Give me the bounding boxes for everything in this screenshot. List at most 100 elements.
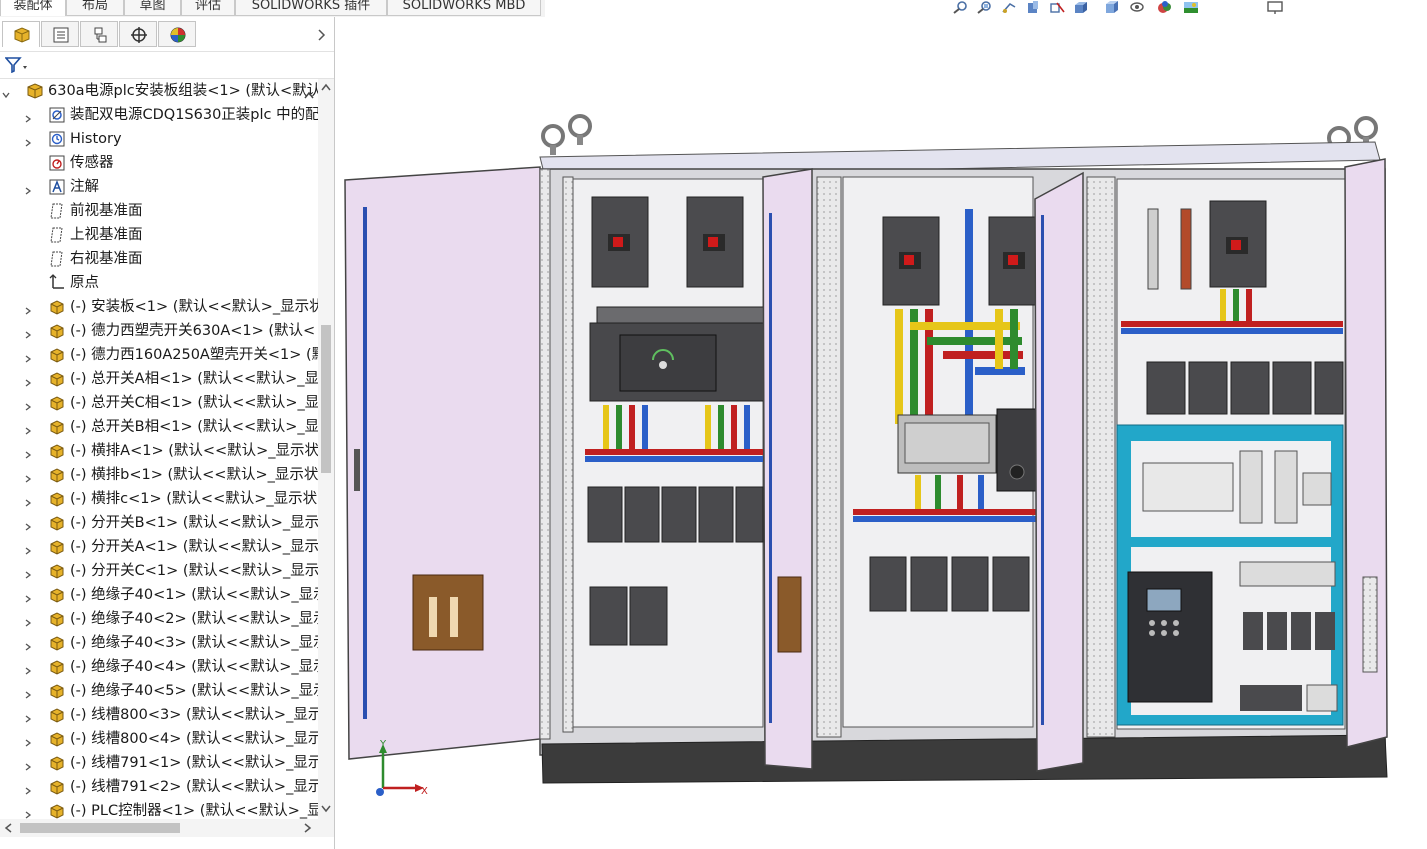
tree-item[interactable]: (-) 德力西160A250A塑壳开关<1> (默 bbox=[0, 343, 318, 367]
tree-item[interactable]: (-) 分开关C<1> (默认<<默认>_显示 bbox=[0, 559, 318, 583]
expand-arrow-icon[interactable] bbox=[24, 639, 32, 651]
collapse-tree-icon[interactable] bbox=[304, 87, 314, 103]
expand-arrow-icon[interactable] bbox=[24, 399, 32, 411]
tree-item[interactable]: (-) 德力西塑壳开关630A<1> (默认< bbox=[0, 319, 318, 343]
tree-item[interactable]: (-) 绝缘子40<1> (默认<<默认>_显示 bbox=[0, 583, 318, 607]
expand-arrow-icon[interactable] bbox=[24, 687, 32, 699]
collapse-arrow-icon[interactable] bbox=[2, 87, 10, 99]
hide-show-icon[interactable] bbox=[1129, 1, 1145, 14]
tree-item[interactable]: 前视基准面 bbox=[0, 199, 318, 223]
dynamic-annotation-icon[interactable] bbox=[1049, 1, 1065, 14]
tree-item[interactable]: 传感器 bbox=[0, 151, 318, 175]
expand-arrow-icon[interactable] bbox=[24, 471, 32, 483]
tree-item[interactable]: (-) 横排A<1> (默认<<默认>_显示状 bbox=[0, 439, 318, 463]
scroll-up-icon[interactable] bbox=[321, 83, 331, 91]
tree-root-assembly[interactable]: 630a电源plc安装板组装<1> (默认<默认 bbox=[0, 79, 318, 103]
configuration-manager-icon bbox=[94, 27, 107, 43]
left-door[interactable] bbox=[344, 166, 541, 760]
tree-item[interactable]: 右视基准面 bbox=[0, 247, 318, 271]
expand-arrow-icon[interactable] bbox=[24, 591, 32, 603]
tree-item[interactable]: 原点 bbox=[0, 271, 318, 295]
mate-reference-icon bbox=[48, 106, 66, 124]
expand-arrow-icon[interactable] bbox=[24, 615, 32, 627]
tree-item[interactable]: (-) 横排c<1> (默认<<默认>_显示状 bbox=[0, 487, 318, 511]
section-view-icon[interactable] bbox=[1025, 1, 1041, 14]
tree-item[interactable]: 装配双电源CDQ1S630正装plc 中的配 bbox=[0, 103, 318, 127]
tree-horizontal-scrollbar[interactable] bbox=[0, 819, 318, 837]
expand-arrow-icon[interactable] bbox=[24, 183, 32, 195]
tree-item[interactable]: (-) 线槽800<4> (默认<<默认>_显示 bbox=[0, 727, 318, 751]
scroll-right-icon[interactable] bbox=[304, 823, 312, 833]
expand-arrow-icon[interactable] bbox=[24, 375, 32, 387]
tab-property-manager[interactable] bbox=[41, 21, 79, 47]
scroll-down-icon[interactable] bbox=[321, 805, 331, 813]
tab-dimxpert-manager[interactable] bbox=[119, 21, 157, 47]
view-settings-icon[interactable] bbox=[1267, 1, 1283, 14]
door-handle[interactable] bbox=[354, 449, 360, 491]
tree-item[interactable]: 上视基准面 bbox=[0, 223, 318, 247]
zoom-area-icon[interactable] bbox=[977, 1, 993, 14]
tree-item[interactable]: (-) 安装板<1> (默认<<默认>_显示状 bbox=[0, 295, 318, 319]
tree-item[interactable]: (-) 绝缘子40<3> (默认<<默认>_显示 bbox=[0, 631, 318, 655]
display-style-icon[interactable] bbox=[1103, 1, 1119, 14]
graphics-viewport[interactable]: Y X bbox=[335, 17, 1427, 849]
tab-solidworks-mbd[interactable]: SOLIDWORKS MBD bbox=[387, 0, 541, 16]
vertical-scroll-thumb[interactable] bbox=[321, 325, 331, 473]
tab-display-manager[interactable] bbox=[158, 21, 196, 47]
expand-arrow-icon[interactable] bbox=[24, 783, 32, 795]
horizontal-scroll-thumb[interactable] bbox=[20, 823, 180, 833]
tab-feature-manager[interactable] bbox=[2, 21, 40, 47]
expand-arrow-icon[interactable] bbox=[24, 735, 32, 747]
tree-item[interactable]: (-) 线槽791<2> (默认<<默认>_显示 bbox=[0, 775, 318, 799]
zoom-to-fit-icon[interactable] bbox=[953, 1, 969, 14]
tree-item[interactable]: (-) 总开关C相<1> (默认<<默认>_显 bbox=[0, 391, 318, 415]
tree-item[interactable]: (-) 线槽800<3> (默认<<默认>_显示 bbox=[0, 703, 318, 727]
expand-arrow-icon[interactable] bbox=[24, 423, 32, 435]
tree-item[interactable]: (-) 绝缘子40<5> (默认<<默认>_显示 bbox=[0, 679, 318, 703]
door-rod bbox=[769, 213, 772, 723]
tree-item[interactable]: (-) 绝缘子40<2> (默认<<默认>_显示 bbox=[0, 607, 318, 631]
expand-arrow-icon[interactable] bbox=[24, 447, 32, 459]
expand-arrow-icon[interactable] bbox=[24, 567, 32, 579]
tab-layout[interactable]: 布局 bbox=[66, 0, 124, 16]
tab-solidworks-addins[interactable]: SOLIDWORKS 插件 bbox=[235, 0, 387, 16]
expand-arrow-icon[interactable] bbox=[24, 111, 32, 123]
expand-arrow-icon[interactable] bbox=[24, 495, 32, 507]
part-icon bbox=[48, 562, 66, 580]
tree-item[interactable]: (-) 绝缘子40<4> (默认<<默认>_显示 bbox=[0, 655, 318, 679]
previous-view-icon[interactable] bbox=[1001, 1, 1017, 14]
tree-item-label: History bbox=[70, 131, 122, 147]
expand-arrow-icon[interactable] bbox=[24, 663, 32, 675]
tab-sketch[interactable]: 草图 bbox=[124, 0, 181, 16]
annotation-icon bbox=[48, 178, 66, 196]
tree-item[interactable]: History bbox=[0, 127, 318, 151]
expand-arrow-icon[interactable] bbox=[24, 327, 32, 339]
tree-item[interactable]: (-) 线槽791<1> (默认<<默认>_显示 bbox=[0, 751, 318, 775]
cabinet-model-view[interactable]: Y X bbox=[335, 17, 1427, 849]
tree-item[interactable]: (-) 横排b<1> (默认<<默认>_显示状 bbox=[0, 463, 318, 487]
expand-arrow-icon[interactable] bbox=[24, 303, 32, 315]
expand-arrow-icon[interactable] bbox=[24, 759, 32, 771]
tree-vertical-scrollbar[interactable] bbox=[318, 79, 334, 837]
expand-arrow-icon[interactable] bbox=[24, 351, 32, 363]
chevron-right-icon[interactable] bbox=[316, 29, 326, 41]
filter-icon[interactable] bbox=[5, 57, 29, 73]
expand-arrow-icon[interactable] bbox=[24, 807, 32, 819]
expand-arrow-icon[interactable] bbox=[24, 543, 32, 555]
scroll-left-icon[interactable] bbox=[4, 823, 12, 833]
expand-arrow-icon[interactable] bbox=[24, 711, 32, 723]
relay-module bbox=[1302, 472, 1332, 506]
expand-arrow-icon[interactable] bbox=[24, 135, 32, 147]
edit-appearance-icon[interactable] bbox=[1157, 1, 1173, 14]
view-orientation-icon[interactable] bbox=[1073, 1, 1089, 14]
tree-item[interactable]: (-) 总开关A相<1> (默认<<默认>_显 bbox=[0, 367, 318, 391]
tree-item[interactable]: 注解 bbox=[0, 175, 318, 199]
tree-item[interactable]: (-) 分开关A<1> (默认<<默认>_显示 bbox=[0, 535, 318, 559]
expand-arrow-icon[interactable] bbox=[24, 519, 32, 531]
tab-evaluate[interactable]: 评估 bbox=[181, 0, 235, 16]
tree-item[interactable]: (-) 总开关B相<1> (默认<<默认>_显 bbox=[0, 415, 318, 439]
tab-configuration-manager[interactable] bbox=[80, 21, 118, 47]
apply-scene-icon[interactable] bbox=[1183, 1, 1199, 14]
tab-assembly[interactable]: 装配体 bbox=[0, 0, 66, 16]
tree-item[interactable]: (-) 分开关B<1> (默认<<默认>_显示 bbox=[0, 511, 318, 535]
